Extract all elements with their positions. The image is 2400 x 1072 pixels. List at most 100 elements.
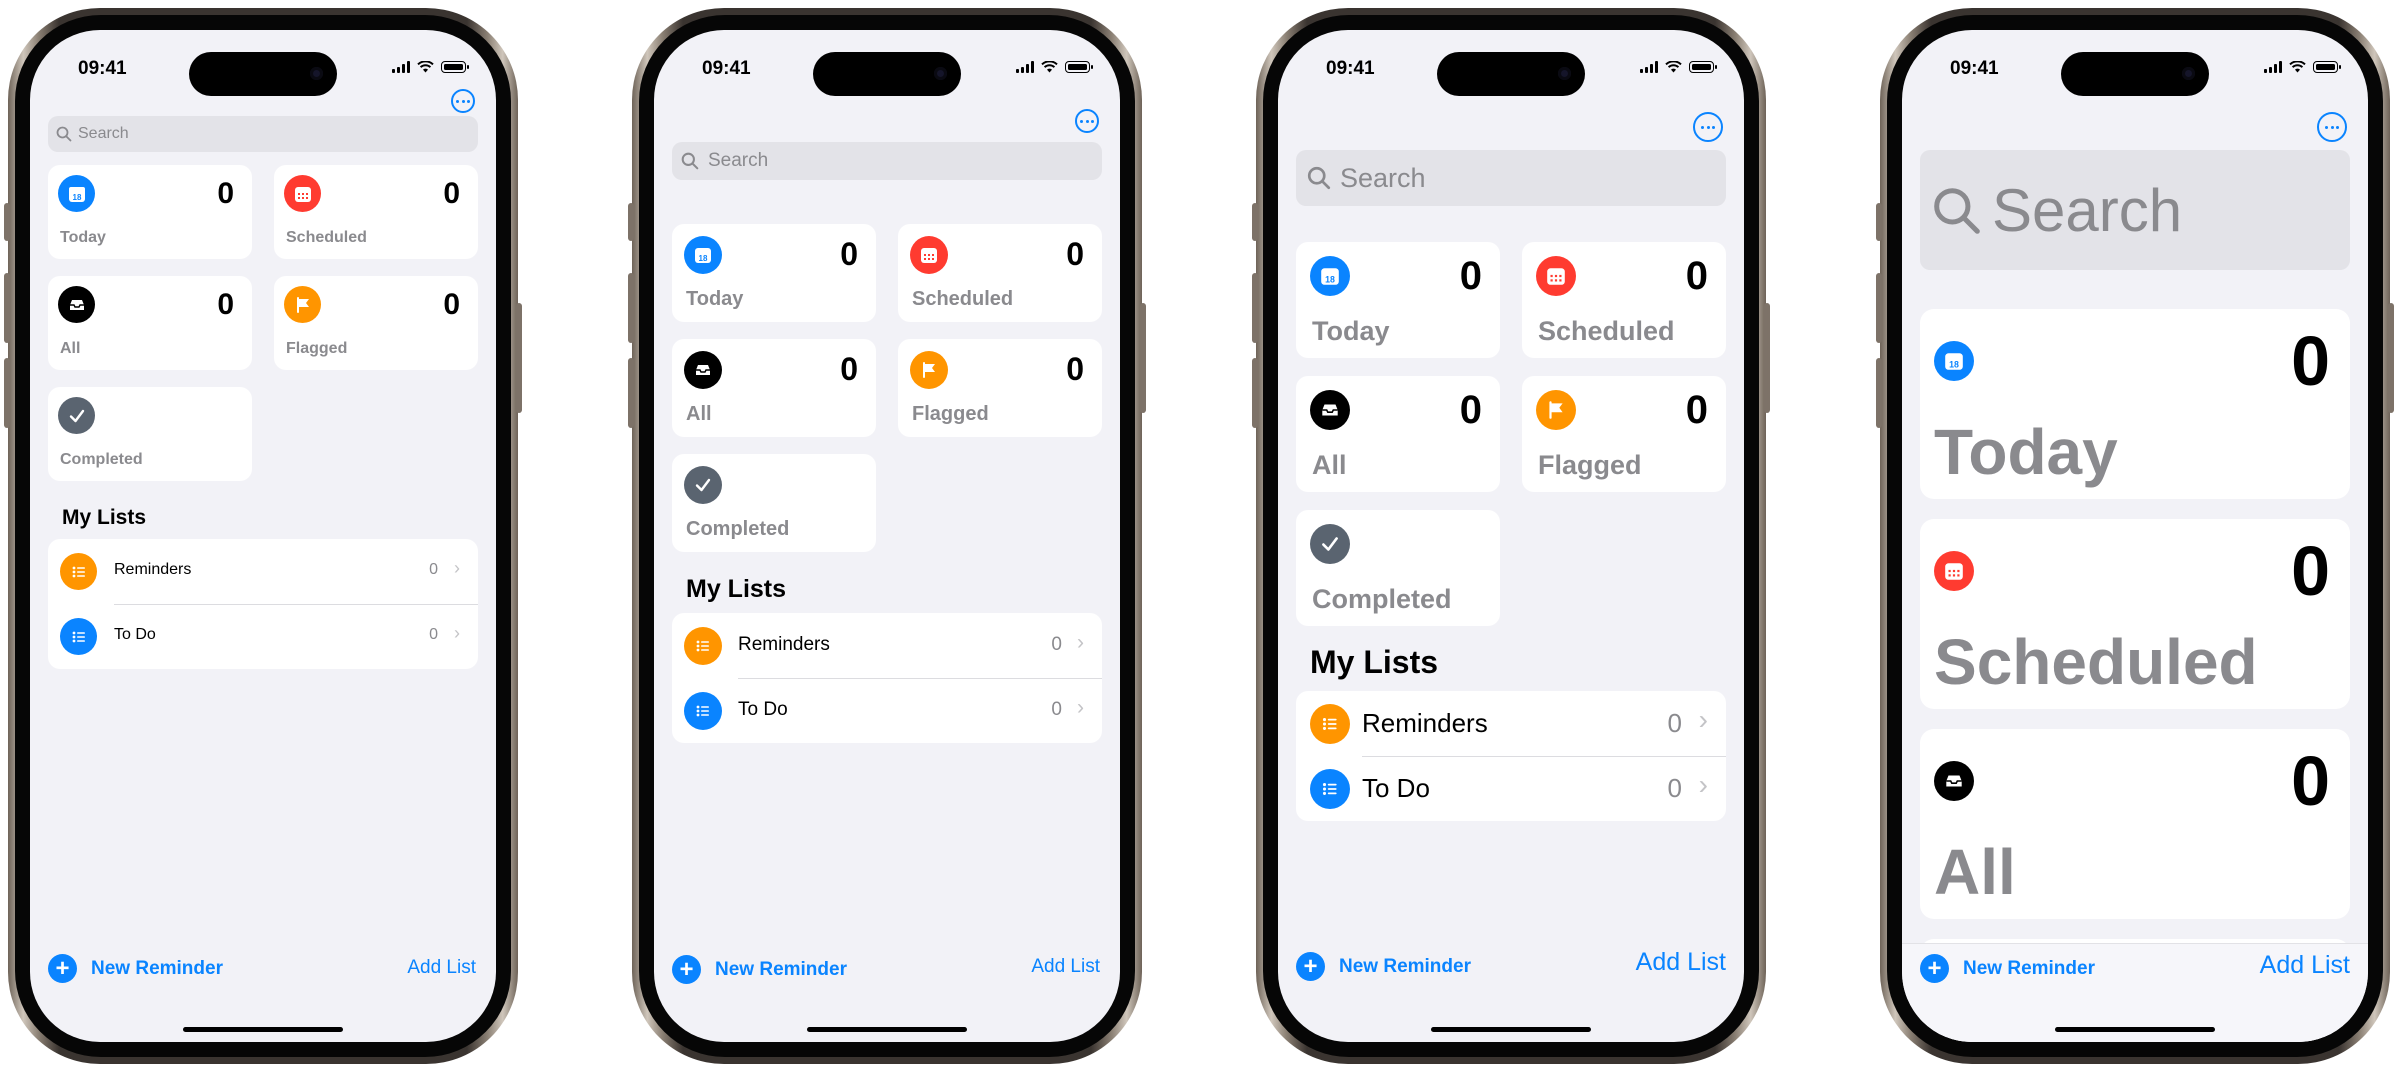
- dynamic-island: [189, 52, 337, 96]
- tile-today[interactable]: 18 0 Today: [48, 165, 252, 259]
- search-placeholder: Search: [1340, 162, 1426, 193]
- tile-today[interactable]: 18 0 Today: [672, 224, 876, 322]
- chevron-right-icon: ›: [1698, 704, 1708, 735]
- tile-flagged-count: 0: [1685, 388, 1708, 432]
- tile-today-label: Today: [686, 288, 744, 310]
- status-time: 09:41: [1950, 58, 1999, 79]
- tile-all[interactable]: 0 All: [1296, 376, 1500, 492]
- status-time: 09:41: [702, 58, 751, 79]
- tile-flagged-count: 0: [1066, 351, 1084, 387]
- search-field[interactable]: Search: [672, 142, 1102, 180]
- more-options-button[interactable]: [1075, 109, 1099, 133]
- search-placeholder: Search: [708, 150, 769, 171]
- cellular-signal-icon: [392, 61, 410, 73]
- more-options-button[interactable]: [451, 89, 475, 113]
- tile-today[interactable]: 18 0 Today: [1296, 242, 1500, 358]
- list-item[interactable]: Reminders 0 ›: [1296, 691, 1726, 756]
- list-item-name: To Do: [114, 626, 156, 643]
- tile-flagged[interactable]: 0 Flagged: [274, 276, 478, 370]
- tile-all-count: 0: [1459, 388, 1482, 432]
- more-options-button[interactable]: [1693, 112, 1723, 142]
- screen: 09:41 Search 18 0 Today 0 Scheduled 0 Al…: [654, 30, 1120, 1042]
- wifi-icon: [417, 61, 434, 73]
- tile-scheduled-label: Scheduled: [1538, 316, 1675, 346]
- tile-all[interactable]: 0 All: [1920, 729, 2350, 919]
- svg-text:18: 18: [72, 193, 81, 202]
- my-lists-heading: My Lists: [62, 506, 147, 529]
- more-options-button[interactable]: [2317, 112, 2347, 142]
- flag-icon: [1536, 390, 1576, 430]
- list-item[interactable]: To Do 0 ›: [1296, 756, 1726, 821]
- new-reminder-button[interactable]: + New Reminder: [1920, 954, 2095, 983]
- add-list-button[interactable]: Add List: [407, 957, 476, 979]
- tile-scheduled[interactable]: 0 Scheduled: [898, 224, 1102, 322]
- tile-today[interactable]: 18 0 Today: [1920, 309, 2350, 499]
- my-lists-card: Reminders 0 › To Do 0 ›: [48, 539, 478, 669]
- status-time: 09:41: [1326, 58, 1375, 79]
- add-list-button[interactable]: Add List: [1636, 948, 1726, 977]
- list-item[interactable]: To Do 0 ›: [672, 678, 1102, 743]
- tile-all[interactable]: 0 All: [672, 339, 876, 437]
- tile-today-count: 0: [217, 177, 234, 210]
- wifi-icon: [1041, 61, 1058, 73]
- bottom-toolbar: + New Reminder Add List: [1902, 943, 2368, 1042]
- chevron-right-icon: ›: [1077, 696, 1084, 719]
- tile-all[interactable]: 0 All: [48, 276, 252, 370]
- tile-today-count: 0: [1459, 254, 1482, 298]
- phone-large-size: 09:41 Search 18 0 Today 0 Scheduled 0 Al…: [628, 8, 1146, 1064]
- checkmark-icon: [1310, 524, 1350, 564]
- tile-completed[interactable]: Completed: [48, 387, 252, 481]
- new-reminder-label: New Reminder: [715, 958, 847, 980]
- tile-scheduled[interactable]: 0 Scheduled: [1920, 519, 2350, 709]
- list-item-name: Reminders: [114, 561, 192, 578]
- tray-icon: [1310, 390, 1350, 430]
- new-reminder-button[interactable]: + New Reminder: [672, 955, 847, 984]
- list-item-name: To Do: [1362, 773, 1430, 803]
- phone-default-size: 09:41 Search 18 0 Today 0 Scheduled 0 Al…: [4, 8, 522, 1064]
- battery-icon: [1065, 61, 1093, 73]
- search-field[interactable]: Search: [1296, 150, 1726, 206]
- cellular-signal-icon: [1640, 61, 1658, 73]
- dynamic-island: [1437, 52, 1585, 96]
- phone-accessibility-size: 09:41 Search 18 0 Today 0 Scheduled 0 Al…: [1876, 8, 2394, 1064]
- svg-text:18: 18: [699, 254, 708, 263]
- chevron-right-icon: ›: [1077, 631, 1084, 654]
- home-indicator: [807, 1027, 967, 1032]
- list-bullet-icon: [1310, 704, 1350, 744]
- my-lists-heading: My Lists: [1310, 644, 1439, 680]
- tile-completed[interactable]: Completed: [1296, 510, 1500, 626]
- tile-scheduled[interactable]: 0 Scheduled: [274, 165, 478, 259]
- add-list-button[interactable]: Add List: [1031, 956, 1100, 978]
- list-item[interactable]: Reminders 0 ›: [672, 613, 1102, 678]
- list-item-name: Reminders: [738, 634, 830, 655]
- status-icons: [2264, 61, 2341, 73]
- chevron-right-icon: ›: [1698, 769, 1708, 800]
- tile-today-label: Today: [1934, 416, 2118, 488]
- search-field[interactable]: Search: [1920, 150, 2350, 270]
- svg-text:18: 18: [1949, 360, 1959, 370]
- calendar-grid-icon: [284, 175, 321, 212]
- search-field[interactable]: Search: [48, 116, 478, 152]
- search-placeholder: Search: [1992, 176, 2183, 244]
- tile-flagged[interactable]: 0 Flagged: [898, 339, 1102, 437]
- my-lists-heading: My Lists: [686, 575, 787, 603]
- tile-flagged[interactable]: 0 Flagged: [1522, 376, 1726, 492]
- tray-icon: [684, 351, 722, 389]
- list-item-count: 0: [1051, 699, 1062, 720]
- list-item[interactable]: Reminders 0 ›: [48, 539, 478, 604]
- flag-icon: [284, 286, 321, 323]
- tile-flagged-count: 0: [443, 288, 460, 321]
- battery-icon: [441, 61, 469, 73]
- status-icons: [392, 61, 469, 73]
- list-item[interactable]: To Do 0 ›: [48, 604, 478, 669]
- new-reminder-button[interactable]: + New Reminder: [48, 954, 223, 983]
- tile-scheduled[interactable]: 0 Scheduled: [1522, 242, 1726, 358]
- list-item-count: 0: [1667, 708, 1682, 738]
- tile-today-count: 0: [2291, 322, 2330, 400]
- add-list-button[interactable]: Add List: [2260, 951, 2350, 980]
- chevron-right-icon: ›: [454, 623, 460, 643]
- calendar-icon: 18: [1934, 341, 1974, 381]
- new-reminder-button[interactable]: + New Reminder: [1296, 952, 1471, 981]
- list-bullet-icon: [684, 692, 722, 730]
- tile-completed[interactable]: Completed: [672, 454, 876, 552]
